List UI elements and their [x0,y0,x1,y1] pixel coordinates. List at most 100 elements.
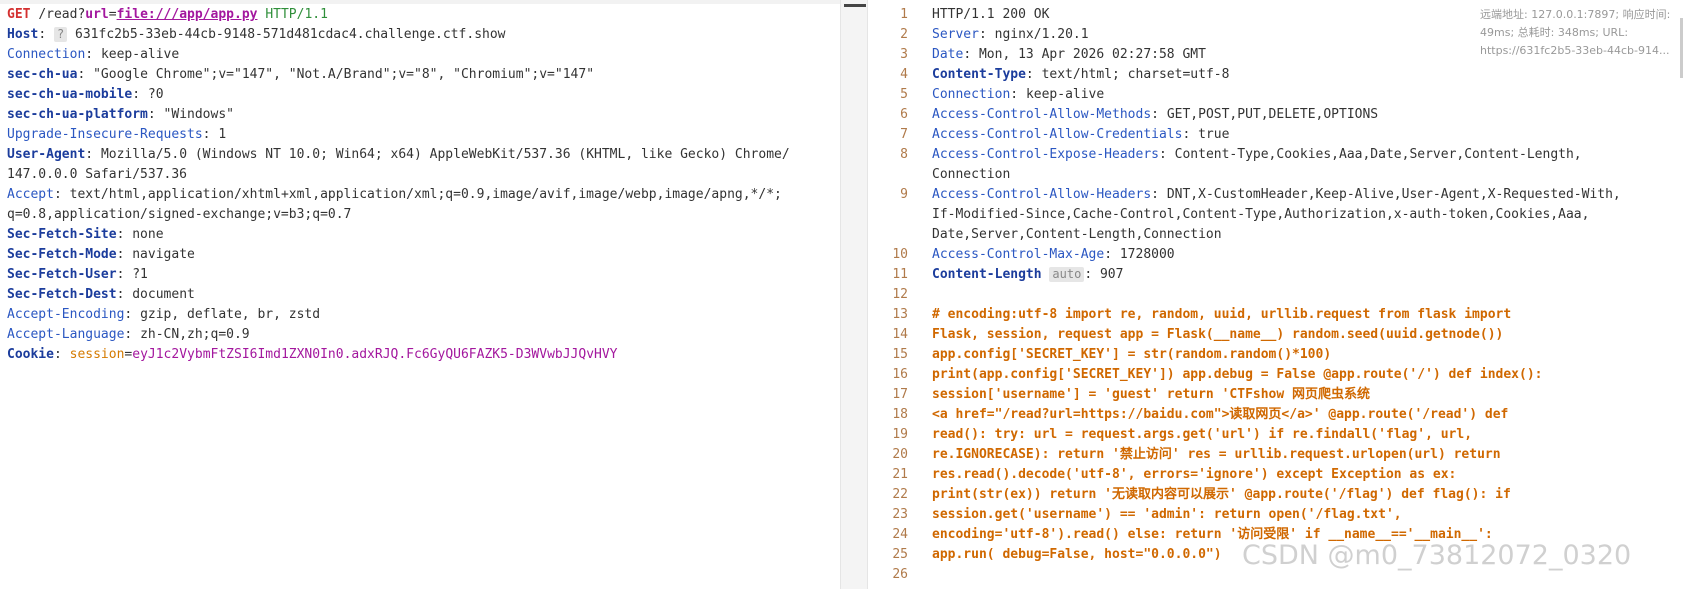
response-line[interactable]: 5 Connection: keep-alive [868,85,1686,105]
response-line[interactable]: 20 re.IGNORECASE): return '禁止访问' res = ur… [868,445,1686,465]
header-value[interactable]: 1 [218,127,226,142]
line-number: 22 [892,487,908,502]
pane-divider[interactable] [841,0,868,589]
request-header-line[interactable]: Connection: keep-alive [0,45,840,65]
request-header-line[interactable]: Host: ? 631fc2b5-33eb-44cb-9148-571d481c… [0,25,840,45]
request-cookie-line[interactable]: Cookie: session=eyJ1c2VybmFtZSI6Imd1ZXN0… [0,345,840,365]
response-text: Connection [932,167,1011,182]
source-code-text: session.get('username') == 'admin': retu… [932,507,1402,522]
request-header-line[interactable]: User-Agent: Mozilla/5.0 (Windows NT 10.0… [0,145,840,165]
response-line[interactable]: 7 Access-Control-Allow-Credentials: true [868,125,1686,145]
response-line[interactable]: 8 Access-Control-Expose-Headers: Content-… [868,145,1686,165]
header-value[interactable]: "Google Chrome";v="147", "Not.A/Brand";v… [93,67,594,82]
header-colon: : [978,27,995,42]
response-line[interactable]: 11 Content-Length auto: 907 [868,265,1686,285]
response-line[interactable]: 9 Access-Control-Allow-Headers: DNT,X-Cus… [868,185,1686,205]
header-value[interactable]: zh-CN,zh;q=0.9 [140,327,250,342]
source-code-text: <a href="/read?url=https://baidu.com">读取… [932,407,1509,422]
request-editor[interactable]: GET /read?url=file:///app/app.py HTTP/1.… [0,0,841,589]
response-line[interactable]: 4 Content-Type: text/html; charset=utf-8 [868,65,1686,85]
response-line[interactable]: 6 Access-Control-Allow-Methods: GET,POST,… [868,105,1686,125]
cookie-key: session [69,347,125,362]
header-value[interactable]: ?1 [132,267,148,282]
response-header-name: Content-Type [932,67,1026,82]
line-content: Access-Control-Max-Age: 1728000 [932,245,1175,265]
response-line[interactable]: 19 read(): try: url = request.args.get('u… [868,425,1686,445]
response-scrollbar[interactable] [1680,18,1683,78]
header-value[interactable]: document [132,287,195,302]
request-header-line[interactable]: sec-ch-ua-mobile: ?0 [0,85,840,105]
line-content: <a href="/read?url=https://baidu.com">读取… [932,405,1508,425]
header-name: Connection [7,47,86,62]
header-colon: : [124,307,141,322]
request-param-value[interactable]: file:///app/app.py [117,7,258,22]
response-line[interactable]: 23 session.get('username') == 'admin': re… [868,505,1686,525]
response-line[interactable]: Connection [868,165,1686,185]
request-header-line[interactable]: sec-ch-ua: "Google Chrome";v="147", "Not… [0,65,840,85]
header-value[interactable]: navigate [132,247,195,262]
request-lines: GET /read?url=file:///app/app.py HTTP/1.… [0,0,840,365]
line-content: Content-Type: text/html; charset=utf-8 [932,65,1229,85]
response-line[interactable]: 22 print(str(ex)) return '无读取内容可以展示' @app… [868,485,1686,505]
line-number: 26 [892,567,908,582]
header-colon: : [116,227,133,242]
response-line[interactable]: 10 Access-Control-Max-Age: 1728000 [868,245,1686,265]
header-value[interactable]: gzip, deflate, br, zstd [140,307,320,322]
request-header-continuation[interactable]: 147.0.0.0 Safari/537.36 [0,165,840,185]
response-header-value: 907 [1099,267,1124,282]
response-line[interactable]: If-Modified-Since,Cache-Control,Content-… [868,205,1686,225]
request-header-line[interactable]: Accept-Encoding: gzip, deflate, br, zstd [0,305,840,325]
line-number: 9 [900,187,908,202]
request-header-line[interactable]: Sec-Fetch-Mode: navigate [0,245,840,265]
line-number: 18 [892,407,908,422]
request-header-continuation[interactable]: q=0.8,application/signed-exchange;v=b3;q… [0,205,840,225]
response-line[interactable]: Date,Server,Content-Length,Connection [868,225,1686,245]
header-value[interactable]: ?0 [148,87,164,102]
line-content: Access-Control-Expose-Headers: Content-T… [932,145,1582,165]
header-name: Accept-Language [7,327,125,342]
request-header-line[interactable]: Sec-Fetch-Dest: document [0,285,840,305]
line-content: Access-Control-Allow-Credentials: true [932,125,1229,145]
header-value-cont: q=0.8,application/signed-exchange;v=b3;q… [7,207,352,222]
divider-grip[interactable] [844,4,866,7]
line-number: 21 [892,467,908,482]
response-viewer[interactable]: 1 HTTP/1.1 200 OK 2 Server: nginx/1.20.1 3 Da… [868,0,1686,589]
response-line[interactable]: 14 Flask, session, request app = Flask(__… [868,325,1686,345]
header-colon: : [1010,87,1026,102]
content-length-auto-badge[interactable]: auto [1049,267,1085,282]
response-line[interactable]: 12 [868,285,1686,305]
header-value[interactable]: keep-alive [101,47,179,62]
header-value[interactable]: text/html,application/xhtml+xml,applicat… [70,187,782,202]
cookie-value[interactable]: eyJ1c2VybmFtZSI6Imd1ZXN0In0.adxRJQ.Fc6Gy… [132,347,617,362]
header-colon: : [116,287,133,302]
line-number [868,205,932,225]
request-method: GET [7,7,31,22]
response-line[interactable]: 21 res.read().decode('utf-8', errors='ign… [868,465,1686,485]
request-header-line[interactable]: Accept-Language: zh-CN,zh;q=0.9 [0,325,840,345]
header-value[interactable]: 631fc2b5-33eb-44cb-9148-571d481cdac4.cha… [75,27,505,42]
header-name: User-Agent [7,147,86,162]
header-info-badge[interactable]: ? [53,27,68,42]
request-header-line[interactable]: Upgrade-Insecure-Requests: 1 [0,125,840,145]
line-number: 8 [900,147,908,162]
response-line[interactable]: 18 <a href="/read?url=https://baidu.com">… [868,405,1686,425]
response-line[interactable]: 17 session['username'] = 'guest' return '… [868,385,1686,405]
header-value[interactable]: "Windows" [164,107,234,122]
line-number: 3 [900,47,908,62]
header-value[interactable]: none [132,227,163,242]
source-code-text: Flask, session, request app = Flask(__na… [932,327,1504,342]
line-number: 7 [900,127,908,142]
line-number: 4 [900,67,908,82]
request-header-line[interactable]: Sec-Fetch-User: ?1 [0,265,840,285]
line-number: 16 [892,367,908,382]
header-name: Accept [7,187,54,202]
request-line[interactable]: GET /read?url=file:///app/app.py HTTP/1.… [0,5,840,25]
request-header-line[interactable]: Sec-Fetch-Site: none [0,225,840,245]
response-line[interactable]: 16 print(app.config['SECRET_KEY']) app.de… [868,365,1686,385]
line-number: 13 [892,307,908,322]
request-header-line[interactable]: sec-ch-ua-platform: "Windows" [0,105,840,125]
header-value[interactable]: Mozilla/5.0 (Windows NT 10.0; Win64; x64… [101,147,790,162]
request-header-line[interactable]: Accept: text/html,application/xhtml+xml,… [0,185,840,205]
response-line[interactable]: 15 app.config['SECRET_KEY'] = str(random.… [868,345,1686,365]
response-line[interactable]: 13 # encoding:utf-8 import re, random, uu… [868,305,1686,325]
